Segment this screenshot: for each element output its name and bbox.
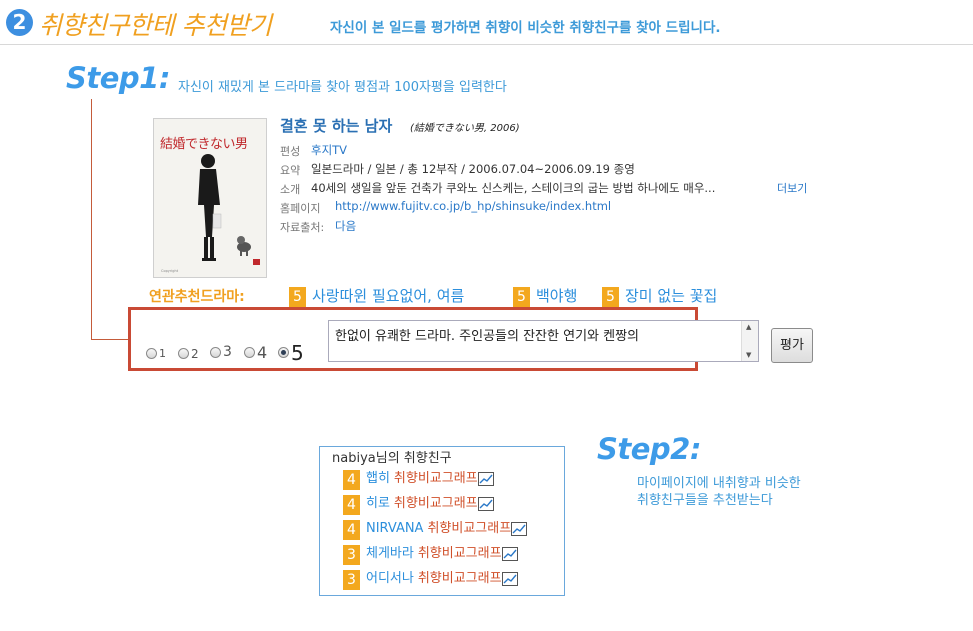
drama-poster[interactable]: 結婚できない男 Copyright (153, 118, 267, 278)
score-badge: 5 (289, 287, 306, 307)
info-value-homepage[interactable]: http://www.fujitv.co.jp/b_hp/shinsuke/in… (335, 199, 611, 213)
score-badge: 5 (513, 287, 530, 307)
taste-friends-header: nabiya님의 취향친구 (332, 447, 452, 466)
friend-score-badge: 4 (343, 520, 360, 540)
compare-graph-link[interactable]: 취향비교그래프 (394, 496, 478, 511)
info-label-summary: 요약 (280, 164, 301, 177)
score-badge: 5 (602, 287, 619, 307)
step1-description: 자신이 재밌게 본 드라마를 찾아 평점과 100자평을 입력한다 (178, 80, 507, 95)
info-value-summary: 일본드라마 / 일본 / 총 12부작 / 2006.07.04~2006.09… (311, 162, 635, 176)
friend-row: 4 햅히 취향비교그래프 (343, 469, 494, 490)
related-drama-item[interactable]: 5 백야행 (513, 286, 577, 307)
submit-rating-button[interactable]: 평가 (771, 328, 813, 363)
friend-score-badge: 4 (343, 495, 360, 515)
rating-radio-4[interactable] (244, 347, 255, 358)
friend-score-badge: 3 (343, 545, 360, 565)
step2-description: 마이페이지에 내취향과 비슷한 취향친구들을 추천받는다 (637, 475, 801, 509)
rating-radio-3[interactable] (210, 346, 221, 358)
step-number-badge: 2 (6, 9, 33, 36)
review-textarea[interactable]: 한없이 유쾌한 드라마. 주인공들의 잔잔한 연기와 켄짱의 ▲ ▼ (328, 320, 759, 362)
poster-copyright: Copyright (161, 269, 179, 273)
friend-row: 3 체게바라 취향비교그래프 (343, 544, 518, 565)
rating-radio-1[interactable] (146, 347, 157, 359)
rating-label-4: 4 (257, 343, 268, 362)
info-value-intro: 40세의 생일을 앞둔 건축가 쿠와노 신스케는, 스테이크의 굽는 방법 하나… (311, 181, 716, 195)
friends-username: nabiya (332, 451, 376, 466)
graph-icon[interactable] (477, 497, 494, 511)
step1-bracket-line (91, 99, 92, 340)
friend-name-link[interactable]: NIRVANA (366, 521, 423, 536)
compare-graph-link[interactable]: 취향비교그래프 (427, 521, 511, 536)
rating-option-2[interactable]: 2 (178, 346, 199, 361)
friend-row: 4 NIRVANA 취향비교그래프 (343, 519, 528, 540)
compare-graph-link[interactable]: 취향비교그래프 (394, 471, 478, 486)
info-label-homepage: 홈페이지 (280, 202, 321, 215)
friends-header-suffix: 님의 취향친구 (375, 451, 452, 466)
compare-graph-link[interactable]: 취향비교그래프 (418, 546, 502, 561)
scroll-up-icon[interactable]: ▲ (746, 323, 751, 331)
related-drama-title[interactable]: 사랑따윈 필요없어, 여름 (312, 287, 464, 305)
review-text[interactable]: 한없이 유쾌한 드라마. 주인공들의 잔잔한 연기와 켄짱의 (335, 325, 639, 344)
info-value-source[interactable]: 다음 (335, 218, 356, 234)
info-label-channel: 편성 (280, 145, 301, 158)
rating-option-4[interactable]: 4 (244, 342, 267, 362)
friend-name-link[interactable]: 체게바라 (366, 546, 414, 561)
step2-description-line1: 마이페이지에 내취향과 비슷한 (637, 476, 801, 491)
related-dramas-label: 연관추천드라마: (149, 289, 245, 305)
related-drama-title[interactable]: 백야행 (536, 287, 577, 305)
review-scrollbar[interactable]: ▲ ▼ (741, 321, 758, 361)
rating-label-2: 2 (191, 346, 199, 361)
graph-icon[interactable] (511, 522, 528, 536)
graph-icon[interactable] (477, 472, 494, 486)
related-drama-item[interactable]: 5 장미 없는 꽃집 (602, 286, 717, 307)
info-label-source: 자료출처: (280, 221, 325, 234)
friend-score-badge: 3 (343, 570, 360, 590)
step2-description-line2: 취향친구들을 추천받는다 (637, 493, 773, 508)
rating-label-1: 1 (159, 346, 166, 360)
poster-figure-image (198, 154, 251, 261)
rating-option-5[interactable]: 5 (278, 339, 304, 365)
rating-option-1[interactable]: 1 (146, 346, 166, 360)
rating-radio-2[interactable] (178, 348, 189, 359)
step1-bracket-connector (91, 339, 130, 340)
info-label-intro: 소개 (280, 183, 301, 196)
friend-score-badge: 4 (343, 470, 360, 490)
drama-original-title: (結婚できない男, 2006) (410, 123, 520, 134)
drama-title-link[interactable]: 결혼 못 하는 남자 (280, 115, 392, 136)
poster-stamp (253, 259, 260, 265)
step1-title: Step1: (66, 61, 170, 95)
page-subtitle: 자신이 본 일드를 평가하면 취향이 비슷한 취향친구를 찾아 드립니다. (330, 20, 721, 36)
page-title: 취향친구한테 추천받기 (39, 11, 272, 40)
friend-name-link[interactable]: 어디서나 (366, 571, 414, 586)
compare-graph-link[interactable]: 취향비교그래프 (418, 571, 502, 586)
graph-icon[interactable] (501, 547, 518, 561)
friend-name-link[interactable]: 햅히 (366, 471, 390, 486)
friend-name-link[interactable]: 히로 (366, 496, 390, 511)
friend-row: 3 어디서나 취향비교그래프 (343, 569, 518, 590)
scroll-down-icon[interactable]: ▼ (746, 351, 751, 359)
rating-label-3: 3 (223, 344, 232, 360)
info-value-channel[interactable]: 후지TV (311, 142, 347, 158)
more-link[interactable]: 더보기 (777, 180, 807, 196)
step2-title: Step2: (597, 432, 701, 466)
header-divider (0, 44, 973, 45)
graph-icon[interactable] (501, 572, 518, 586)
rating-label-5: 5 (291, 340, 304, 365)
rating-option-3[interactable]: 3 (210, 344, 232, 360)
taste-friends-box: nabiya님의 취향친구 4 햅히 취향비교그래프 4 히로 취향비교그래프 4 NIR… (319, 446, 565, 596)
related-drama-title[interactable]: 장미 없는 꽃집 (625, 287, 717, 305)
related-drama-item[interactable]: 5 사랑따윈 필요없어, 여름 (289, 286, 464, 307)
friend-row: 4 히로 취향비교그래프 (343, 494, 494, 515)
rating-radio-5-selected[interactable] (278, 347, 289, 358)
